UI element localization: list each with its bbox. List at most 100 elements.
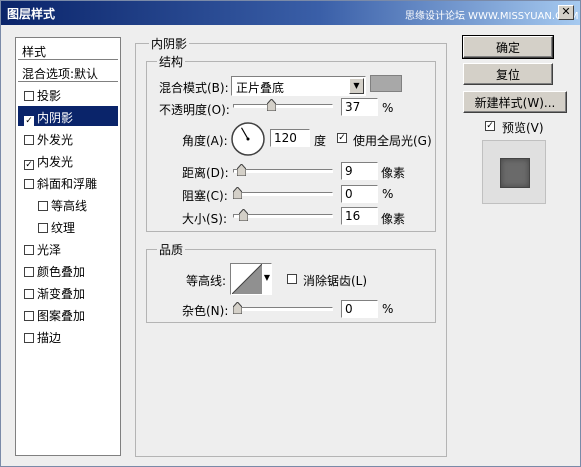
style-list-item[interactable]: 等高线 [18, 194, 118, 214]
distance-slider[interactable] [233, 164, 333, 178]
noise-slider[interactable] [233, 302, 333, 316]
distance-input[interactable]: 9 [341, 162, 378, 180]
style-preview [482, 140, 546, 204]
dialog-title: 图层样式 [7, 7, 56, 21]
opacity-label: 不透明度(O): [159, 103, 230, 117]
choke-unit: % [382, 187, 394, 201]
style-list-item-label: 图案叠加 [37, 309, 86, 323]
style-list-checkbox[interactable] [24, 245, 34, 255]
blend-mode-value: 正片叠底 [236, 81, 285, 95]
preview-checkbox[interactable]: ✓ [485, 121, 495, 131]
structure-title: 结构 [157, 53, 186, 70]
choke-slider-thumb[interactable] [233, 187, 242, 199]
global-light-label: 使用全局光(G) [353, 134, 432, 148]
opacity-unit: % [382, 101, 394, 115]
style-list-item-label: 纹理 [51, 221, 76, 235]
angle-unit: 度 [314, 134, 327, 148]
title-bar[interactable]: 图层样式 思缘设计论坛 WWW.MISSYUAN.COM ✕ [1, 1, 580, 25]
style-list-item-label: 光泽 [37, 243, 62, 257]
size-unit: 像素 [381, 212, 406, 226]
watermark-text: 思缘设计论坛 WWW.MISSYUAN.COM [405, 11, 579, 22]
choke-input[interactable]: 0 [341, 185, 378, 203]
style-list-checkbox[interactable] [24, 311, 34, 321]
distance-unit: 像素 [381, 166, 406, 180]
size-input[interactable]: 16 [341, 207, 378, 225]
contour-linear-icon [232, 264, 262, 294]
style-list-item-label: 外发光 [37, 133, 74, 147]
style-list-item[interactable]: ✓ 内发光 [18, 150, 118, 170]
style-list-item-label: 等高线 [51, 199, 88, 213]
style-list-item-label: 描边 [37, 331, 62, 345]
inner-shadow-title: 内阴影 [149, 35, 190, 52]
new-style-button[interactable]: 新建样式(W)... [463, 91, 567, 113]
opacity-slider[interactable] [233, 99, 333, 113]
global-light-checkbox[interactable]: ✓ [337, 133, 347, 143]
style-list-checkbox[interactable] [24, 333, 34, 343]
preview-label: 预览(V) [502, 121, 544, 135]
style-list-item[interactable]: 光泽 [18, 238, 118, 258]
style-list-header[interactable]: 样式 [18, 40, 118, 60]
distance-label: 距离(D): [182, 166, 229, 180]
shadow-color-swatch[interactable] [370, 75, 402, 92]
style-list-checkbox[interactable]: ✓ [24, 116, 34, 126]
noise-unit: % [382, 302, 394, 316]
layer-style-dialog: 图层样式 思缘设计论坛 WWW.MISSYUAN.COM ✕ 样式 混合选项:默… [0, 0, 581, 467]
style-list-item-label: 内发光 [37, 155, 74, 169]
reset-button[interactable]: 复位 [463, 63, 553, 85]
noise-label: 杂色(N): [182, 304, 229, 318]
style-preview-thumbnail [500, 158, 530, 188]
style-list: 样式 混合选项:默认 投影 ✓ 内阴影 外发光 ✓ 内发光 斜面和浮雕 等高线 纹理 光泽 颜色叠加… [15, 37, 121, 456]
style-list-checkbox[interactable] [38, 223, 48, 233]
antialias-label: 消除锯齿(L) [303, 274, 368, 288]
style-list-checkbox[interactable] [24, 135, 34, 145]
style-list-item[interactable]: 斜面和浮雕 [18, 172, 118, 192]
choke-slider-track [233, 192, 333, 196]
close-button[interactable]: ✕ [558, 5, 574, 20]
angle-dial[interactable] [230, 121, 266, 157]
style-list-item[interactable]: 外发光 [18, 128, 118, 148]
size-slider-track [233, 214, 333, 218]
style-list-item[interactable]: 渐变叠加 [18, 282, 118, 302]
style-list-checkbox[interactable] [24, 91, 34, 101]
style-list-checkbox[interactable] [24, 267, 34, 277]
style-list-checkbox[interactable] [24, 179, 34, 189]
choke-slider[interactable] [233, 187, 333, 201]
choke-label: 阻塞(C): [182, 189, 228, 203]
blend-mode-select[interactable]: 正片叠底 ▼ [231, 76, 366, 96]
size-slider[interactable] [233, 209, 333, 223]
style-list-checkbox[interactable]: ✓ [24, 160, 34, 170]
contour-picker[interactable]: ▼ [230, 263, 272, 295]
angle-input[interactable]: 120 [270, 129, 310, 147]
chevron-down-icon: ▼ [349, 78, 364, 94]
style-list-item-label: 投影 [37, 89, 62, 103]
close-icon: ✕ [561, 5, 571, 18]
quality-title: 品质 [157, 241, 186, 258]
antialias-checkbox[interactable] [287, 274, 297, 284]
style-list-item-label: 渐变叠加 [37, 287, 86, 301]
contour-dropdown-icon[interactable]: ▼ [264, 273, 270, 282]
style-list-checkbox[interactable] [24, 289, 34, 299]
angle-label: 角度(A): [182, 134, 228, 148]
distance-slider-track [233, 169, 333, 173]
style-list-item[interactable]: 描边 [18, 326, 118, 346]
style-list-item-label: 斜面和浮雕 [37, 177, 98, 191]
size-slider-thumb[interactable] [238, 209, 248, 221]
style-list-item[interactable]: 投影 [18, 84, 118, 104]
opacity-slider-track [233, 104, 333, 108]
opacity-input[interactable]: 37 [341, 98, 378, 116]
opacity-slider-thumb[interactable] [266, 99, 276, 111]
blend-options-default[interactable]: 混合选项:默认 [18, 62, 118, 82]
style-list-item[interactable]: 纹理 [18, 216, 118, 236]
style-list-checkbox[interactable] [38, 201, 48, 211]
contour-label: 等高线: [186, 274, 227, 288]
style-list-item[interactable]: ✓ 内阴影 [18, 106, 118, 126]
noise-input[interactable]: 0 [341, 300, 378, 318]
noise-slider-track [233, 307, 333, 311]
style-list-item[interactable]: 图案叠加 [18, 304, 118, 324]
ok-button[interactable]: 确定 [462, 35, 554, 59]
size-label: 大小(S): [182, 212, 228, 226]
style-list-item[interactable]: 颜色叠加 [18, 260, 118, 280]
style-list-item-label: 颜色叠加 [37, 265, 86, 279]
distance-slider-thumb[interactable] [236, 164, 246, 176]
noise-slider-thumb[interactable] [233, 302, 242, 314]
